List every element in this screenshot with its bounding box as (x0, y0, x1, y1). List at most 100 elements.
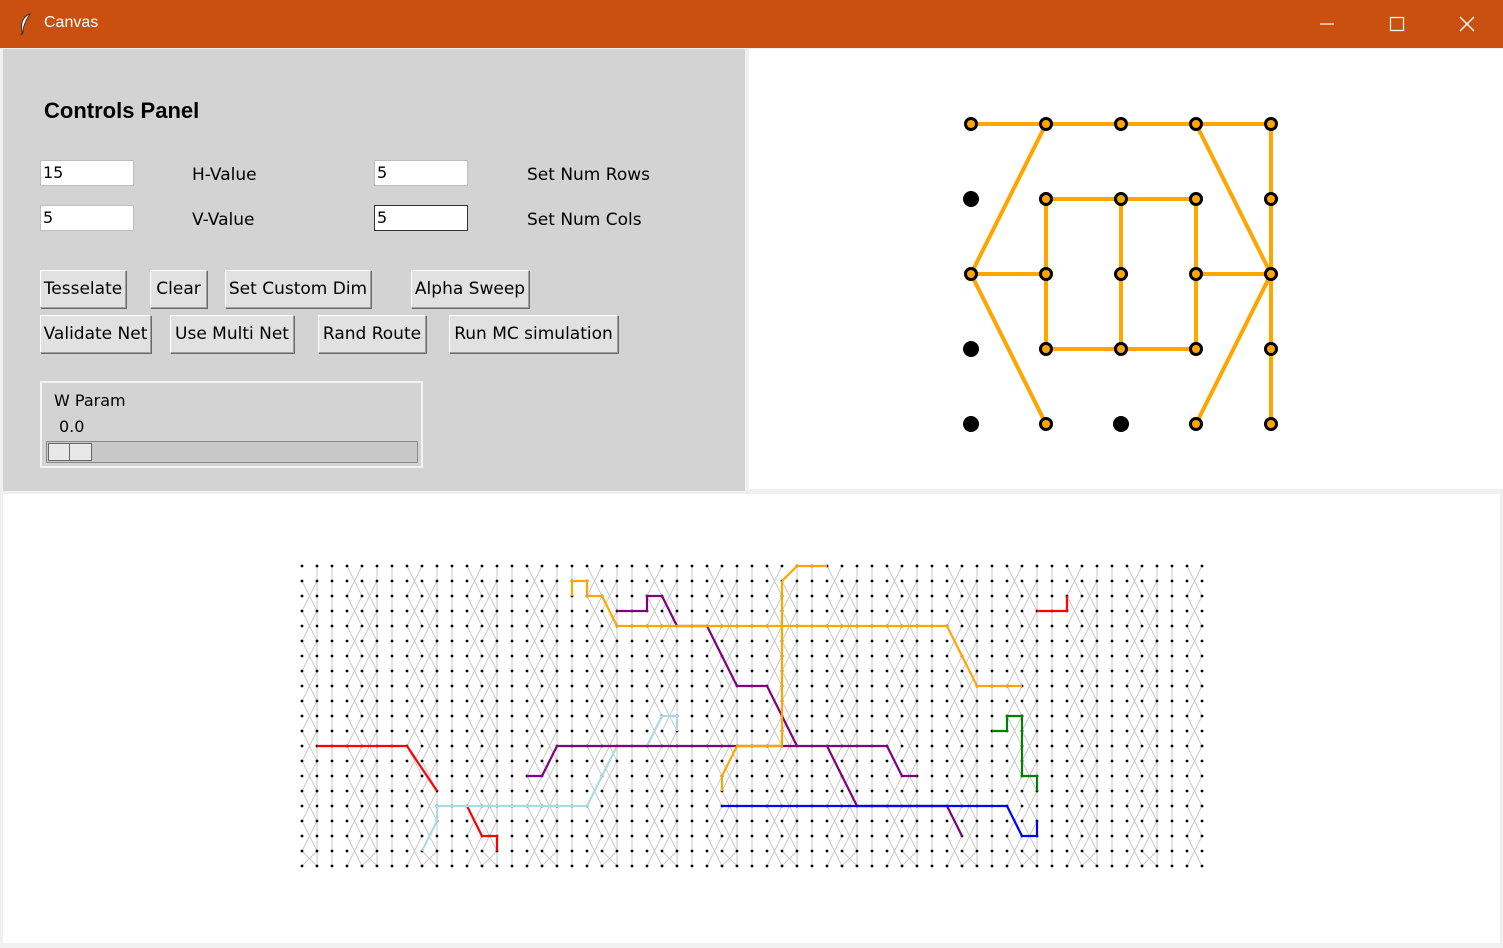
grid-dot (630, 654, 634, 658)
grid-dot (1020, 849, 1024, 853)
grid-dot (525, 609, 529, 613)
grid-dot (450, 594, 454, 598)
grid-dot (420, 639, 424, 643)
grid-dot (1155, 639, 1159, 643)
grid-dot (750, 774, 754, 778)
grid-dot (960, 789, 964, 793)
rand-route-button[interactable]: Rand Route (318, 315, 426, 353)
grid-dot (945, 759, 949, 763)
grid-dot (1140, 579, 1144, 583)
grid-dot (1170, 819, 1174, 823)
grid-dot (735, 849, 739, 853)
net-graph-canvas[interactable] (749, 49, 1503, 489)
grid-dot (690, 699, 694, 703)
w-param-slider-handle[interactable] (48, 443, 92, 461)
grid-dot (720, 864, 724, 868)
set-custom-dim-button[interactable]: Set Custom Dim (225, 270, 371, 308)
grid-dot (390, 729, 394, 733)
grid-dot (900, 834, 904, 838)
grid-dot (840, 789, 844, 793)
grid-dot (750, 639, 754, 643)
grid-dot (825, 654, 829, 658)
grid-dot (1095, 849, 1099, 853)
num-rows-input[interactable]: 5 (374, 160, 468, 186)
grid-dot (1065, 699, 1069, 703)
grid-dot (720, 714, 724, 718)
grid-dot (675, 864, 679, 868)
alpha-sweep-button[interactable]: Alpha Sweep (411, 270, 529, 308)
grid-dot (1005, 654, 1009, 658)
routing-grid-canvas[interactable] (3, 494, 1500, 943)
minimize-button[interactable] (1293, 0, 1361, 48)
grid-dot (375, 669, 379, 673)
v-value-input[interactable]: 5 (40, 205, 134, 231)
grid-dot (330, 594, 334, 598)
grid-dot (435, 684, 439, 688)
grid-dot (390, 699, 394, 703)
grid-dot (1200, 594, 1204, 598)
grid-dot (345, 834, 349, 838)
grid-dot (705, 819, 709, 823)
grid-dot (960, 729, 964, 733)
grid-dot (375, 759, 379, 763)
grid-dot (435, 699, 439, 703)
grid-dot (615, 699, 619, 703)
validate-net-button[interactable]: Validate Net (40, 315, 151, 353)
tesselate-button[interactable]: Tesselate (40, 270, 126, 308)
grid-dot (630, 789, 634, 793)
grid-dot (660, 774, 664, 778)
grid-dot (1155, 774, 1159, 778)
grid-dot (810, 684, 814, 688)
grid-dot (765, 864, 769, 868)
grid-dot (540, 639, 544, 643)
grid-dot (1110, 849, 1114, 853)
grid-dot (480, 699, 484, 703)
grid-dot (300, 729, 304, 733)
grid-dot (990, 699, 994, 703)
grid-dot (975, 789, 979, 793)
grid-dot (855, 609, 859, 613)
grid-dot (1155, 804, 1159, 808)
grid-dot (675, 789, 679, 793)
use-multi-net-button[interactable]: Use Multi Net (170, 315, 294, 353)
grid-dot (465, 624, 469, 628)
grid-dot (540, 594, 544, 598)
grid-dot (555, 564, 559, 568)
h-value-input[interactable]: 15 (40, 160, 134, 186)
clear-button[interactable]: Clear (150, 270, 207, 308)
grid-dot (495, 789, 499, 793)
grid-dot (975, 744, 979, 748)
grid-dot (930, 864, 934, 868)
grid-dot (1155, 669, 1159, 673)
grid-dot (1005, 834, 1009, 838)
grid-dot (885, 789, 889, 793)
grid-dot (675, 699, 679, 703)
grid-dot (495, 714, 499, 718)
grid-dot (870, 564, 874, 568)
grid-dot (825, 639, 829, 643)
grid-dot (1185, 564, 1189, 568)
grid-dot (1035, 699, 1039, 703)
grid-dot (1020, 624, 1024, 628)
grid-dot (855, 564, 859, 568)
grid-dot (1170, 864, 1174, 868)
grid-dot (1005, 699, 1009, 703)
grid-dot (1170, 759, 1174, 763)
grid-dot (630, 759, 634, 763)
grid-dot (840, 849, 844, 853)
run-mc-simulation-button[interactable]: Run MC simulation (449, 315, 618, 353)
grid-dot (360, 594, 364, 598)
grid-dot (630, 849, 634, 853)
grid-dot (1140, 744, 1144, 748)
num-cols-input[interactable]: 5 (374, 205, 468, 231)
close-button[interactable] (1433, 0, 1501, 48)
grid-dot (975, 714, 979, 718)
grid-dot (975, 849, 979, 853)
maximize-button[interactable] (1363, 0, 1431, 48)
grid-dot (465, 654, 469, 658)
grid-dot (765, 774, 769, 778)
grid-dot (345, 849, 349, 853)
grid-dot (300, 639, 304, 643)
grid-dot (660, 669, 664, 673)
w-param-trough[interactable] (46, 441, 418, 463)
